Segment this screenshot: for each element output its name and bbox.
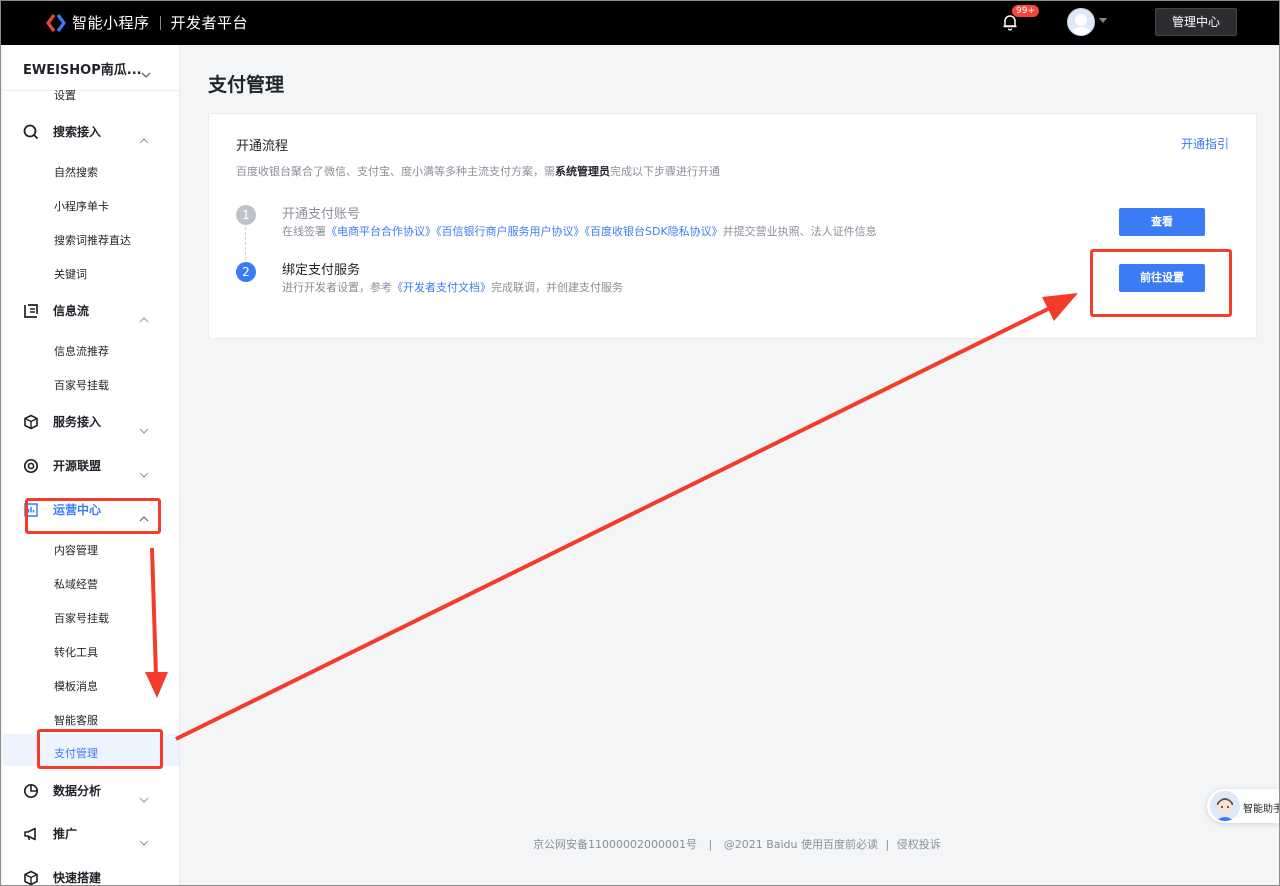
pie-chart-icon: [23, 783, 39, 799]
sidebar-group-feed[interactable]: 信息流: [23, 302, 89, 319]
sidebar-item-settings[interactable]: 设置: [54, 87, 76, 103]
chevron-up-icon[interactable]: [139, 308, 149, 327]
card-title: 开通流程: [236, 139, 289, 154]
copyright-link[interactable]: @2021 Baidu 使用百度前必读: [724, 838, 878, 851]
sidebar-group-label: 服务接入: [53, 415, 102, 429]
chevron-down-icon[interactable]: [139, 419, 149, 438]
sidebar-group-search[interactable]: 搜索接入: [23, 123, 101, 140]
user-menu-caret-icon[interactable]: [1099, 18, 1107, 23]
chevron-up-icon[interactable]: [139, 129, 149, 148]
brand-logo-icon: [46, 13, 66, 33]
assistant-label: 智能助手: [1243, 804, 1280, 815]
annotation-box-go-settings: [1090, 249, 1232, 317]
sidebar-group-quick-build[interactable]: 快速搭建: [23, 869, 101, 886]
sidebar-group-open-source[interactable]: 开源联盟: [23, 457, 101, 474]
step-1-description: 在线签署《电商平台合作协议》《百信银行商户服务用户协议》《百度收银台SDK隐私协…: [282, 225, 877, 238]
top-bar: 智能小程序 开发者平台 99+ 管理中心: [0, 0, 1280, 45]
sidebar-item-template-message[interactable]: 模板消息: [54, 678, 98, 694]
card-description: 百度收银台聚合了微信、支付宝、度小满等多种主流支付方案，需系统管理员完成以下步骤…: [236, 165, 720, 178]
sidebar-item-keyword-direct[interactable]: 搜索词推荐直达: [54, 232, 131, 248]
notification-badge: 99+: [1012, 5, 1039, 17]
sidebar-item-baijiahao[interactable]: 百家号挂载: [54, 610, 109, 626]
admin-center-button[interactable]: 管理中心: [1155, 8, 1237, 36]
sdk-privacy-link[interactable]: 《百度收银台SDK隐私协议》: [585, 225, 723, 238]
sidebar-item-content-manage[interactable]: 内容管理: [54, 542, 98, 558]
developer-payment-doc-link[interactable]: 《开发者支付文档》: [392, 281, 491, 294]
sidebar-group-label: 信息流: [53, 304, 90, 318]
sidebar-item-conversion-tools[interactable]: 转化工具: [54, 644, 98, 660]
sidebar-item-baijiahao-feed[interactable]: 百家号挂载: [54, 377, 109, 393]
step-1-number: 1: [236, 205, 256, 225]
sidebar-divider: [3, 90, 179, 91]
sidebar-group-label: 推广: [53, 827, 78, 841]
sidebar-group-label: 数据分析: [53, 784, 102, 798]
sidebar-group-label: 快速搭建: [53, 871, 102, 885]
chevron-down-icon[interactable]: [141, 64, 151, 83]
assistant-avatar-icon: [1210, 791, 1240, 821]
step-2-title: 绑定支付服务: [282, 263, 361, 278]
report-link[interactable]: 侵权投诉: [897, 838, 941, 851]
chevron-down-icon[interactable]: [139, 831, 149, 850]
sidebar-group-label: 开源联盟: [53, 459, 102, 473]
annotation-box-payment: [37, 729, 163, 769]
sidebar-item-mini-card[interactable]: 小程序单卡: [54, 198, 109, 214]
sidebar-item-keywords[interactable]: 关键词: [54, 266, 87, 282]
megaphone-icon: [23, 826, 39, 842]
logo[interactable]: 智能小程序 开发者平台: [46, 12, 248, 33]
baixin-agreement-link[interactable]: 《百信银行商户服务用户协议》: [436, 225, 585, 238]
search-icon: [23, 124, 39, 140]
app-switcher[interactable]: EWEISHOP南瓜...: [23, 59, 142, 78]
sidebar-group-analytics[interactable]: 数据分析: [23, 782, 101, 799]
icp-license[interactable]: 京公网安备11000002000001号: [533, 838, 697, 851]
cube-icon: [23, 870, 39, 886]
ecommerce-agreement-link[interactable]: 《电商平台合作协议》: [326, 225, 436, 238]
step-1-title: 开通支付账号: [282, 207, 361, 222]
sidebar-group-service[interactable]: 服务接入: [23, 413, 101, 430]
setup-guide-link[interactable]: 开通指引: [1181, 135, 1229, 152]
chevron-down-icon[interactable]: [139, 463, 149, 482]
platform-name: 开发者平台: [170, 14, 249, 32]
open-source-icon: [23, 458, 39, 474]
step-2-description: 进行开发者设置，参考《开发者支付文档》完成联调，并创建支付服务: [282, 281, 623, 294]
step-connector: [245, 227, 246, 260]
chevron-down-icon[interactable]: [139, 788, 149, 807]
brand-name: 智能小程序: [72, 14, 150, 32]
view-button[interactable]: 查看: [1119, 208, 1205, 236]
sidebar-item-feed-recommend[interactable]: 信息流推荐: [54, 343, 109, 359]
sidebar-group-promotion[interactable]: 推广: [23, 825, 77, 842]
service-icon: [23, 414, 39, 430]
avatar[interactable]: [1067, 8, 1095, 36]
sidebar-item-natural-search[interactable]: 自然搜索: [54, 164, 98, 180]
feed-icon: [23, 303, 39, 319]
sidebar-group-label: 搜索接入: [53, 125, 102, 139]
brand-divider: [159, 15, 161, 30]
step-2-number: 2: [236, 262, 256, 282]
footer: 京公网安备11000002000001号 | @2021 Baidu 使用百度前…: [533, 838, 941, 851]
sidebar-item-private-domain[interactable]: 私域经营: [54, 576, 98, 592]
annotation-box-operations: [25, 498, 161, 534]
page-title: 支付管理: [208, 74, 285, 96]
smart-assistant-button[interactable]: 智能助手: [1207, 789, 1280, 823]
sidebar-item-smart-service[interactable]: 智能客服: [54, 712, 98, 728]
